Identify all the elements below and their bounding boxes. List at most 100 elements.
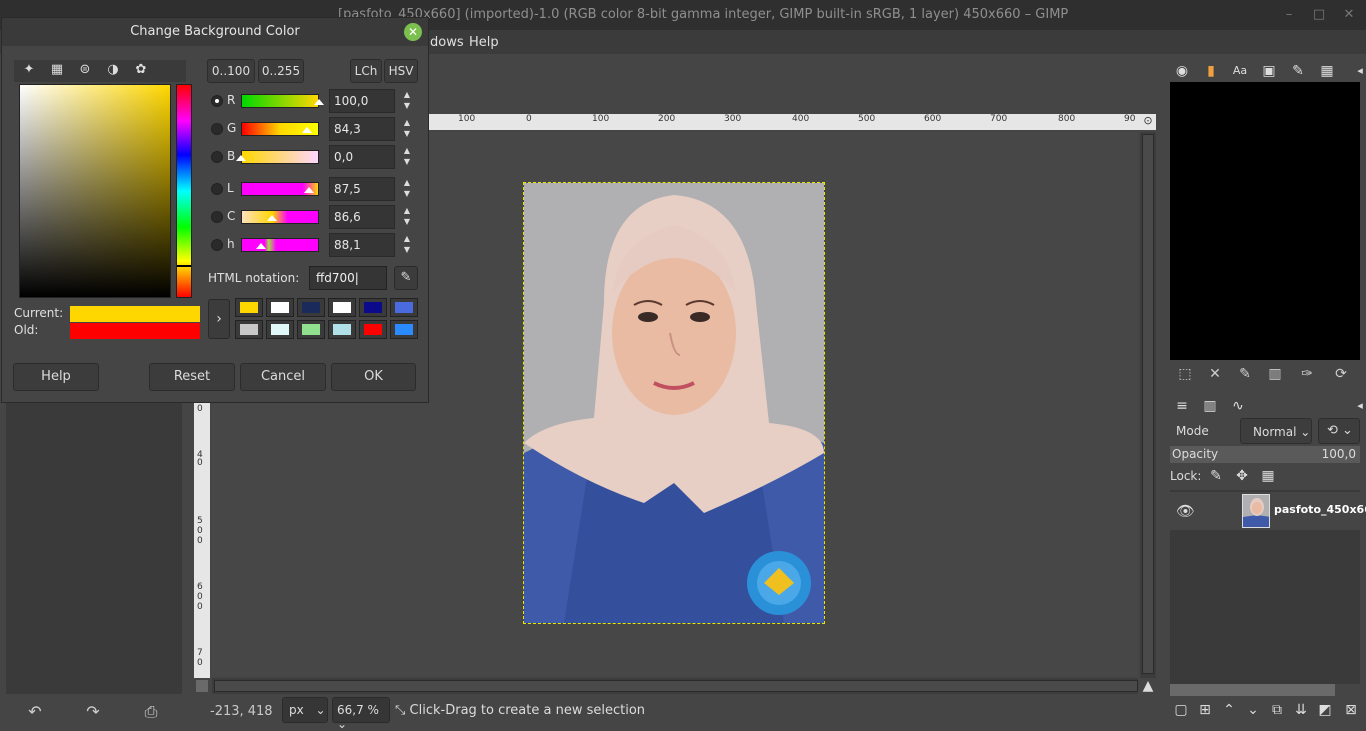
channel-radio[interactable]: [211, 123, 223, 135]
cancel-button[interactable]: Cancel: [240, 363, 326, 391]
slider-marker[interactable]: [301, 127, 312, 133]
spin-down-icon[interactable]: ▼: [396, 188, 418, 199]
spin-down-icon[interactable]: ▼: [396, 100, 418, 111]
unit-select[interactable]: px ⌄: [282, 697, 328, 723]
spin-up-icon[interactable]: ▲: [396, 205, 418, 216]
spin-up-icon[interactable]: ▲: [396, 177, 418, 188]
spin-buttons[interactable]: ▲ ▼: [396, 89, 418, 113]
saturation-value-square[interactable]: [19, 84, 171, 298]
channel-value-input[interactable]: 0,0: [329, 145, 395, 169]
mode-select[interactable]: Normal ⌄: [1240, 418, 1312, 444]
channel-radio[interactable]: [211, 239, 223, 251]
channel-radio[interactable]: [211, 211, 223, 223]
channel-value-input[interactable]: 100,0: [329, 89, 395, 113]
fonts-tab-icon[interactable]: Aa: [1227, 58, 1253, 84]
spin-up-icon[interactable]: ▲: [396, 89, 418, 100]
add-to-history-button[interactable]: ›: [208, 299, 230, 339]
select-all-icon[interactable]: ⬚: [1174, 366, 1196, 384]
channel-slider[interactable]: [241, 150, 319, 164]
spin-up-icon[interactable]: ▲: [396, 145, 418, 156]
new-layer-icon[interactable]: ▢: [1170, 702, 1192, 724]
zoom-fit-icon[interactable]: ⊙: [1140, 114, 1156, 130]
lock-pixels-icon[interactable]: ✎: [1206, 468, 1226, 486]
channel-radio[interactable]: [211, 151, 223, 163]
help-button[interactable]: Help: [13, 363, 99, 391]
channel-slider[interactable]: [241, 94, 319, 108]
layers-tab-icon[interactable]: ≡: [1169, 394, 1195, 418]
refresh-icon[interactable]: ⟳: [1330, 366, 1352, 384]
ok-button[interactable]: OK: [331, 363, 416, 391]
spin-up-icon[interactable]: ▲: [396, 233, 418, 244]
patterns-tab-icon[interactable]: ▮: [1198, 58, 1224, 84]
scrollbar-thumb[interactable]: [1142, 134, 1154, 674]
palette-selector-icon[interactable]: ✿: [130, 62, 152, 80]
brush-preview-panel[interactable]: [1170, 82, 1360, 360]
range-0-255-button[interactable]: 0..255: [258, 59, 304, 83]
clear-icon[interactable]: ✕: [1204, 366, 1226, 384]
reset-options-icon[interactable]: ⎙: [140, 702, 162, 722]
channel-value-input[interactable]: 87,5: [329, 177, 395, 201]
menu-windows[interactable]: dows: [430, 35, 464, 50]
history-swatch[interactable]: [359, 298, 387, 317]
gradient-tab-icon[interactable]: ▦: [1314, 58, 1340, 84]
spin-buttons[interactable]: ▲ ▼: [396, 145, 418, 169]
hue-marker[interactable]: [177, 265, 191, 267]
spin-down-icon[interactable]: ▼: [396, 128, 418, 139]
spin-buttons[interactable]: ▲ ▼: [396, 233, 418, 257]
undo-icon[interactable]: ↶: [24, 702, 46, 722]
lock-position-icon[interactable]: ✥: [1232, 468, 1252, 486]
vertical-scrollbar[interactable]: [1140, 132, 1156, 678]
slider-marker[interactable]: [314, 99, 324, 105]
new-group-icon[interactable]: ⊞: [1194, 702, 1216, 724]
history-swatch[interactable]: [297, 320, 325, 339]
duplicate-icon[interactable]: ▥: [1264, 366, 1286, 384]
slider-marker[interactable]: [267, 215, 278, 221]
cmyk-selector-icon[interactable]: ▦: [46, 62, 68, 80]
edit-icon[interactable]: ✎: [1234, 366, 1256, 384]
color-picker-icon[interactable]: ✎: [394, 266, 418, 290]
history-swatch[interactable]: [297, 298, 325, 317]
horizontal-scrollbar[interactable]: [212, 678, 1138, 694]
gimp-selector-icon[interactable]: ✦: [18, 62, 40, 80]
reset-button[interactable]: Reset: [149, 363, 235, 391]
channel-slider[interactable]: [241, 210, 319, 224]
lch-button[interactable]: LCh: [350, 59, 382, 83]
channel-value-input[interactable]: 88,1: [329, 233, 395, 257]
spin-buttons[interactable]: ▲ ▼: [396, 117, 418, 141]
layer-name[interactable]: pasfoto_450x660: [1274, 503, 1366, 516]
triangle-selector-icon[interactable]: ⊜: [74, 62, 96, 80]
wheel-selector-icon[interactable]: ◑: [102, 62, 124, 80]
spin-buttons[interactable]: ▲ ▼: [396, 205, 418, 229]
hue-strip[interactable]: [176, 84, 192, 298]
pick-icon[interactable]: ✑: [1296, 366, 1318, 384]
brushes-tab-icon[interactable]: ◉: [1169, 58, 1195, 84]
zoom-select[interactable]: 66,7 % ⌄: [332, 697, 390, 731]
menu-help[interactable]: Help: [469, 35, 499, 50]
navigate-icon[interactable]: ▲: [1140, 678, 1156, 694]
slider-marker[interactable]: [236, 155, 246, 161]
html-notation-input[interactable]: ffd700|: [309, 266, 387, 290]
channel-radio[interactable]: [211, 183, 223, 195]
opacity-slider[interactable]: Opacity 100,0: [1170, 446, 1360, 463]
history-swatch[interactable]: [266, 320, 294, 339]
close-window-button[interactable]: ✕: [1342, 8, 1356, 22]
history-swatch[interactable]: [390, 298, 418, 317]
quick-mask-toggle[interactable]: [196, 680, 208, 692]
mask-layer-icon[interactable]: ◩: [1314, 702, 1336, 724]
paintbrush-tab-icon[interactable]: ✎: [1285, 58, 1311, 84]
raise-layer-icon[interactable]: ⌃: [1218, 702, 1240, 724]
slider-marker[interactable]: [304, 187, 315, 193]
scrollbar-thumb[interactable]: [214, 680, 1138, 692]
anchor-layer-icon[interactable]: ⇊: [1290, 702, 1312, 724]
layer-list-scrollbar[interactable]: [1170, 684, 1335, 696]
history-swatch[interactable]: [359, 320, 387, 339]
hsv-button[interactable]: HSV: [384, 59, 418, 83]
range-0-100-button[interactable]: 0..100: [207, 59, 255, 83]
paths-tab-icon[interactable]: ∿: [1225, 394, 1251, 418]
history-swatch[interactable]: [266, 298, 294, 317]
redo-icon[interactable]: ↷: [82, 702, 104, 722]
lower-layer-icon[interactable]: ⌄: [1242, 702, 1264, 724]
history-swatch[interactable]: [235, 298, 263, 317]
layer-row[interactable]: 👁 pasfoto_450x660: [1170, 492, 1366, 530]
history-swatch[interactable]: [328, 320, 356, 339]
